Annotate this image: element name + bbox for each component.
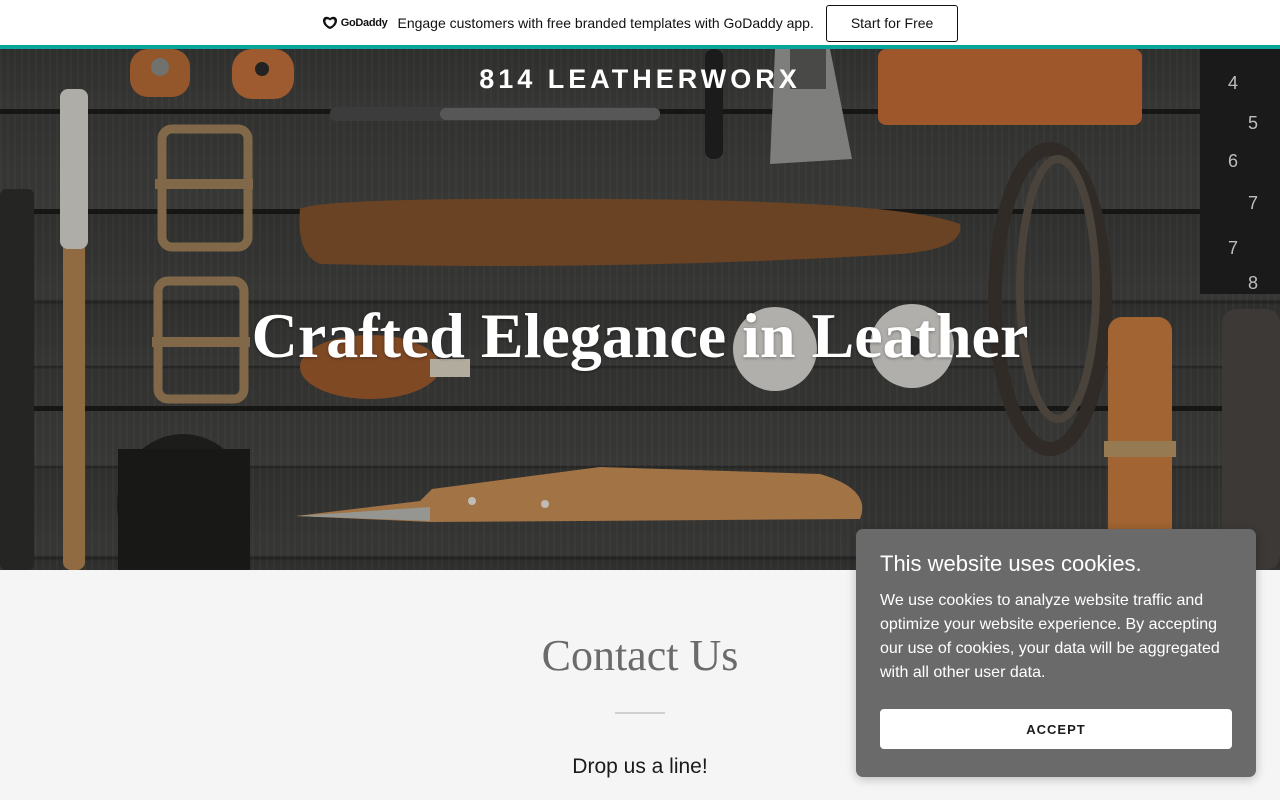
promo-message: Engage customers with free branded templ… xyxy=(397,15,814,31)
godaddy-logo-text: GoDaddy xyxy=(340,17,388,29)
hero-headline: Crafted Elegance in Leather xyxy=(251,300,1029,371)
accept-cookies-button[interactable]: ACCEPT xyxy=(880,709,1232,749)
promo-bar: GoDaddy Engage customers with free brand… xyxy=(0,0,1280,46)
section-divider xyxy=(615,712,665,714)
cookie-banner: This website uses cookies. We use cookie… xyxy=(856,529,1256,777)
start-for-free-button[interactable]: Start for Free xyxy=(825,4,959,42)
godaddy-logo[interactable]: GoDaddy xyxy=(322,16,388,30)
cookie-title: This website uses cookies. xyxy=(880,551,1142,576)
hero-section: 456 778 814 LEATHERWORX Crafted Elegance… xyxy=(0,49,1280,570)
cookie-body: We use cookies to analyze website traffi… xyxy=(880,592,1220,681)
site-title[interactable]: 814 LEATHERWORX xyxy=(0,64,1280,95)
godaddy-logo-icon xyxy=(322,16,337,29)
